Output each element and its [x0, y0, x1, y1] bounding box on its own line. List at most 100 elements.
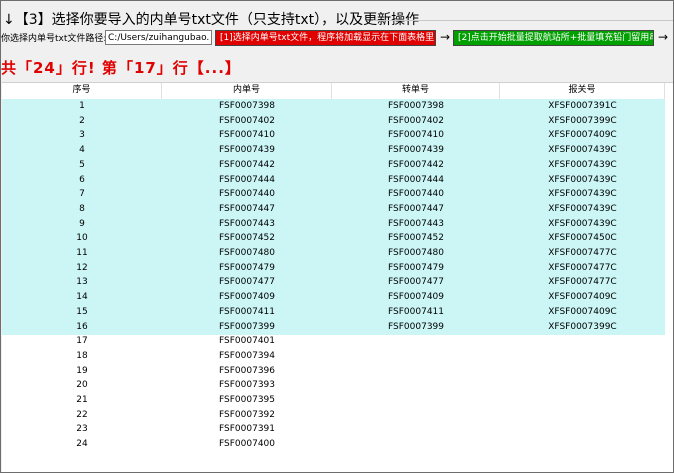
- cell-customs-no[interactable]: [500, 393, 665, 408]
- cell-transfer-no[interactable]: FSF0007440: [332, 187, 500, 202]
- cell-inner-no[interactable]: FSF0007447: [162, 202, 332, 217]
- cell-no[interactable]: 16: [2, 320, 162, 335]
- cell-customs-no[interactable]: XFSF0007439C: [500, 187, 665, 202]
- column-header-inner[interactable]: 内单号: [162, 83, 332, 99]
- cell-no[interactable]: 4: [2, 143, 162, 158]
- cell-inner-no[interactable]: FSF0007439: [162, 143, 332, 158]
- cell-customs-no[interactable]: XFSF0007439C: [500, 173, 665, 188]
- cell-no[interactable]: 5: [2, 158, 162, 173]
- cell-transfer-no[interactable]: FSF0007477: [332, 275, 500, 290]
- cell-no[interactable]: 20: [2, 378, 162, 393]
- cell-customs-no[interactable]: [500, 378, 665, 393]
- cell-inner-no[interactable]: FSF0007452: [162, 231, 332, 246]
- cell-inner-no[interactable]: FSF0007410: [162, 128, 332, 143]
- cell-customs-no[interactable]: [500, 349, 665, 364]
- column-header-no[interactable]: 序号: [2, 83, 162, 99]
- table-row[interactable]: 6 FSF0007444 FSF0007444 XFSF0007439C: [2, 172, 673, 188]
- cell-no[interactable]: 6: [2, 173, 162, 188]
- file-path-input[interactable]: [105, 30, 212, 45]
- cell-inner-no[interactable]: FSF0007398: [162, 99, 332, 114]
- cell-transfer-no[interactable]: [332, 378, 500, 393]
- cell-inner-no[interactable]: FSF0007480: [162, 246, 332, 261]
- cell-inner-no[interactable]: FSF0007401: [162, 334, 332, 349]
- cell-customs-no[interactable]: XFSF0007439C: [500, 143, 665, 158]
- cell-no[interactable]: 10: [2, 231, 162, 246]
- table-row[interactable]: 23 FSF0007391: [2, 422, 673, 437]
- cell-inner-no[interactable]: FSF0007395: [162, 393, 332, 408]
- batch-process-button[interactable]: [2]点击开始批量提取航站所+批量填充铅门留用串: [453, 30, 654, 46]
- table-row[interactable]: 24 FSF0007400: [2, 437, 673, 452]
- cell-transfer-no[interactable]: FSF0007402: [332, 114, 500, 129]
- cell-inner-no[interactable]: FSF0007399: [162, 320, 332, 335]
- cell-transfer-no[interactable]: [332, 364, 500, 379]
- cell-no[interactable]: 14: [2, 290, 162, 305]
- cell-customs-no[interactable]: [500, 334, 665, 349]
- cell-customs-no[interactable]: XFSF0007409C: [500, 128, 665, 143]
- cell-inner-no[interactable]: FSF0007443: [162, 217, 332, 232]
- cell-transfer-no[interactable]: FSF0007410: [332, 128, 500, 143]
- cell-customs-no[interactable]: XFSF0007439C: [500, 158, 665, 173]
- cell-inner-no[interactable]: FSF0007392: [162, 408, 332, 423]
- cell-inner-no[interactable]: FSF0007391: [162, 422, 332, 437]
- table-row[interactable]: 15 FSF0007411 FSF0007411 XFSF0007409C: [2, 304, 673, 320]
- table-row[interactable]: 19 FSF0007396: [2, 364, 673, 379]
- cell-no[interactable]: 21: [2, 393, 162, 408]
- cell-customs-no[interactable]: XFSF0007391C: [500, 99, 665, 114]
- cell-customs-no[interactable]: XFSF0007409C: [500, 290, 665, 305]
- cell-transfer-no[interactable]: FSF0007447: [332, 202, 500, 217]
- cell-customs-no[interactable]: XFSF0007399C: [500, 320, 665, 335]
- cell-customs-no[interactable]: [500, 437, 665, 452]
- cell-inner-no[interactable]: FSF0007400: [162, 437, 332, 452]
- table-row[interactable]: 12 FSF0007479 FSF0007479 XFSF0007477C: [2, 260, 673, 276]
- table-row[interactable]: 17 FSF0007401: [2, 334, 673, 349]
- cell-customs-no[interactable]: XFSF0007439C: [500, 202, 665, 217]
- cell-inner-no[interactable]: FSF0007394: [162, 349, 332, 364]
- table-row[interactable]: 7 FSF0007440 FSF0007440 XFSF0007439C: [2, 187, 673, 203]
- cell-customs-no[interactable]: [500, 422, 665, 437]
- cell-inner-no[interactable]: FSF0007479: [162, 261, 332, 276]
- cell-transfer-no[interactable]: FSF0007398: [332, 99, 500, 114]
- cell-no[interactable]: 9: [2, 217, 162, 232]
- cell-no[interactable]: 2: [2, 114, 162, 129]
- cell-inner-no[interactable]: FSF0007444: [162, 173, 332, 188]
- cell-transfer-no[interactable]: FSF0007479: [332, 261, 500, 276]
- table-row[interactable]: 2 FSF0007402 FSF0007402 XFSF0007399C: [2, 113, 673, 129]
- cell-transfer-no[interactable]: FSF0007444: [332, 173, 500, 188]
- cell-customs-no[interactable]: XFSF0007409C: [500, 305, 665, 320]
- cell-customs-no[interactable]: [500, 364, 665, 379]
- table-row[interactable]: 1 FSF0007398 FSF0007398 XFSF0007391C: [2, 99, 673, 114]
- cell-inner-no[interactable]: FSF0007393: [162, 378, 332, 393]
- table-row[interactable]: 4 FSF0007439 FSF0007439 XFSF0007439C: [2, 143, 673, 159]
- cell-customs-no[interactable]: XFSF0007439C: [500, 217, 665, 232]
- cell-no[interactable]: 11: [2, 246, 162, 261]
- select-file-button[interactable]: [1]选择内单号txt文件，程序将加载显示在下面表格里: [215, 30, 436, 46]
- cell-no[interactable]: 17: [2, 334, 162, 349]
- cell-no[interactable]: 24: [2, 437, 162, 452]
- cell-inner-no[interactable]: FSF0007411: [162, 305, 332, 320]
- cell-transfer-no[interactable]: FSF0007411: [332, 305, 500, 320]
- cell-inner-no[interactable]: FSF0007477: [162, 275, 332, 290]
- cell-no[interactable]: 13: [2, 275, 162, 290]
- cell-customs-no[interactable]: [500, 408, 665, 423]
- table-row[interactable]: 3 FSF0007410 FSF0007410 XFSF0007409C: [2, 128, 673, 144]
- cell-no[interactable]: 7: [2, 187, 162, 202]
- cell-inner-no[interactable]: FSF0007402: [162, 114, 332, 129]
- cell-no[interactable]: 18: [2, 349, 162, 364]
- cell-transfer-no[interactable]: FSF0007442: [332, 158, 500, 173]
- cell-transfer-no[interactable]: [332, 393, 500, 408]
- cell-no[interactable]: 19: [2, 364, 162, 379]
- table-row[interactable]: 22 FSF0007392: [2, 408, 673, 423]
- cell-transfer-no[interactable]: [332, 334, 500, 349]
- cell-no[interactable]: 23: [2, 422, 162, 437]
- cell-transfer-no[interactable]: FSF0007439: [332, 143, 500, 158]
- cell-customs-no[interactable]: XFSF0007477C: [500, 261, 665, 276]
- table-row[interactable]: 9 FSF0007443 FSF0007443 XFSF0007439C: [2, 216, 673, 232]
- cell-transfer-no[interactable]: FSF0007409: [332, 290, 500, 305]
- cell-inner-no[interactable]: FSF0007442: [162, 158, 332, 173]
- cell-transfer-no[interactable]: FSF0007443: [332, 217, 500, 232]
- cell-customs-no[interactable]: XFSF0007477C: [500, 246, 665, 261]
- cell-no[interactable]: 12: [2, 261, 162, 276]
- cell-customs-no[interactable]: XFSF0007477C: [500, 275, 665, 290]
- table-row[interactable]: 8 FSF0007447 FSF0007447 XFSF0007439C: [2, 201, 673, 217]
- cell-transfer-no[interactable]: FSF0007452: [332, 231, 500, 246]
